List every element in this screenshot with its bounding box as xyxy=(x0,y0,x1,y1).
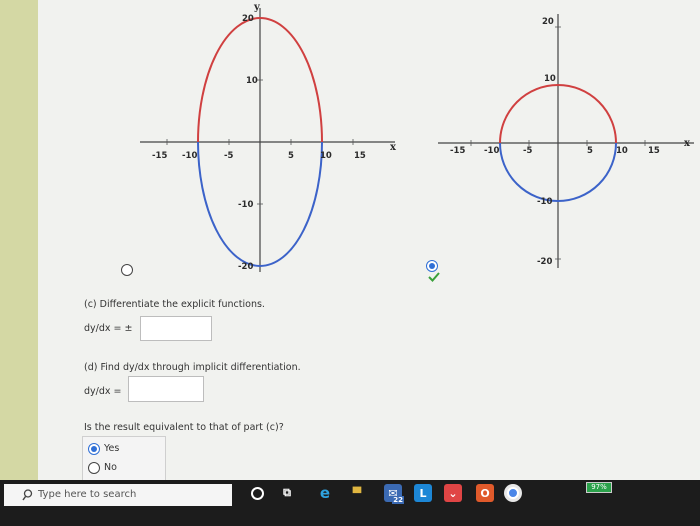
y-tick-label: -20 xyxy=(537,257,552,267)
part-d-label: (d) Find dy/dx through implicit differen… xyxy=(84,362,301,373)
no-radio[interactable] xyxy=(88,462,100,474)
pocket-icon[interactable]: ⌄ xyxy=(444,484,462,502)
y-tick-label: -10 xyxy=(537,197,552,207)
x-tick-label: 15 xyxy=(354,151,366,161)
x-tick-label: -15 xyxy=(152,151,167,161)
y-tick-label: 10 xyxy=(246,76,258,86)
part-c-label: (c) Differentiate the explicit functions… xyxy=(84,299,265,310)
x-tick-label: -15 xyxy=(450,146,465,156)
y-tick-label: -10 xyxy=(238,200,253,210)
graph-left[interactable]: -15 -10 -5 5 10 15 20 10 -10 -20 y x xyxy=(140,0,402,280)
graph-right-radio[interactable] xyxy=(426,260,438,272)
taskbar-search-box[interactable]: Type here to search xyxy=(4,484,232,506)
graph-right[interactable]: -15 -10 -5 5 10 15 20 10 -10 -20 x xyxy=(438,0,700,270)
no-label[interactable]: No xyxy=(104,462,117,473)
launcher-icon[interactable]: L xyxy=(414,484,432,502)
check-icon xyxy=(428,272,440,282)
mail-icon[interactable]: 22 ✉ xyxy=(384,484,404,504)
battery-indicator[interactable]: 97% xyxy=(586,482,612,493)
yes-radio[interactable] xyxy=(88,443,100,455)
y-tick-label: 10 xyxy=(544,74,556,84)
x-tick-label: 15 xyxy=(648,146,660,156)
y-axis-label: y xyxy=(253,2,261,13)
graph-left-radio[interactable] xyxy=(121,264,133,276)
screen: -15 -10 -5 5 10 15 20 10 -10 -20 y x -15… xyxy=(0,0,700,526)
mail-badge: 22 xyxy=(392,496,404,504)
office-icon[interactable]: O xyxy=(476,484,494,502)
search-icon xyxy=(22,489,33,501)
store-icon[interactable]: ▀ xyxy=(348,484,366,502)
search-placeholder: Type here to search xyxy=(38,489,137,500)
x-axis-label: x xyxy=(684,138,691,149)
x-tick-label: -5 xyxy=(224,151,234,161)
x-tick-label: -10 xyxy=(484,146,499,156)
x-tick-label: -5 xyxy=(523,146,533,156)
x-axis-label: x xyxy=(390,142,397,153)
part-d-answer-input[interactable] xyxy=(128,376,204,402)
y-tick-label: 20 xyxy=(242,14,254,24)
x-tick-label: 10 xyxy=(320,151,332,161)
part-d-input-label: dy/dx = xyxy=(84,386,122,397)
part-c-answer-input[interactable] xyxy=(140,316,212,341)
x-tick-label: 5 xyxy=(587,146,593,156)
cortana-icon[interactable] xyxy=(248,484,266,502)
equivalence-question: Is the result equivalent to that of part… xyxy=(84,422,284,433)
chrome-icon[interactable] xyxy=(504,484,522,502)
x-tick-label: 5 xyxy=(288,151,294,161)
task-view-icon[interactable]: ⧉ xyxy=(278,484,296,502)
left-sidebar-strip xyxy=(0,0,38,480)
y-tick-label: 20 xyxy=(542,17,554,27)
part-c-input-label: dy/dx = ± xyxy=(84,323,133,334)
edge-icon[interactable]: e xyxy=(316,484,334,502)
y-tick-label: -20 xyxy=(238,262,253,272)
x-tick-label: 10 xyxy=(616,146,628,156)
x-tick-label: -10 xyxy=(182,151,197,161)
yes-label[interactable]: Yes xyxy=(104,443,119,454)
